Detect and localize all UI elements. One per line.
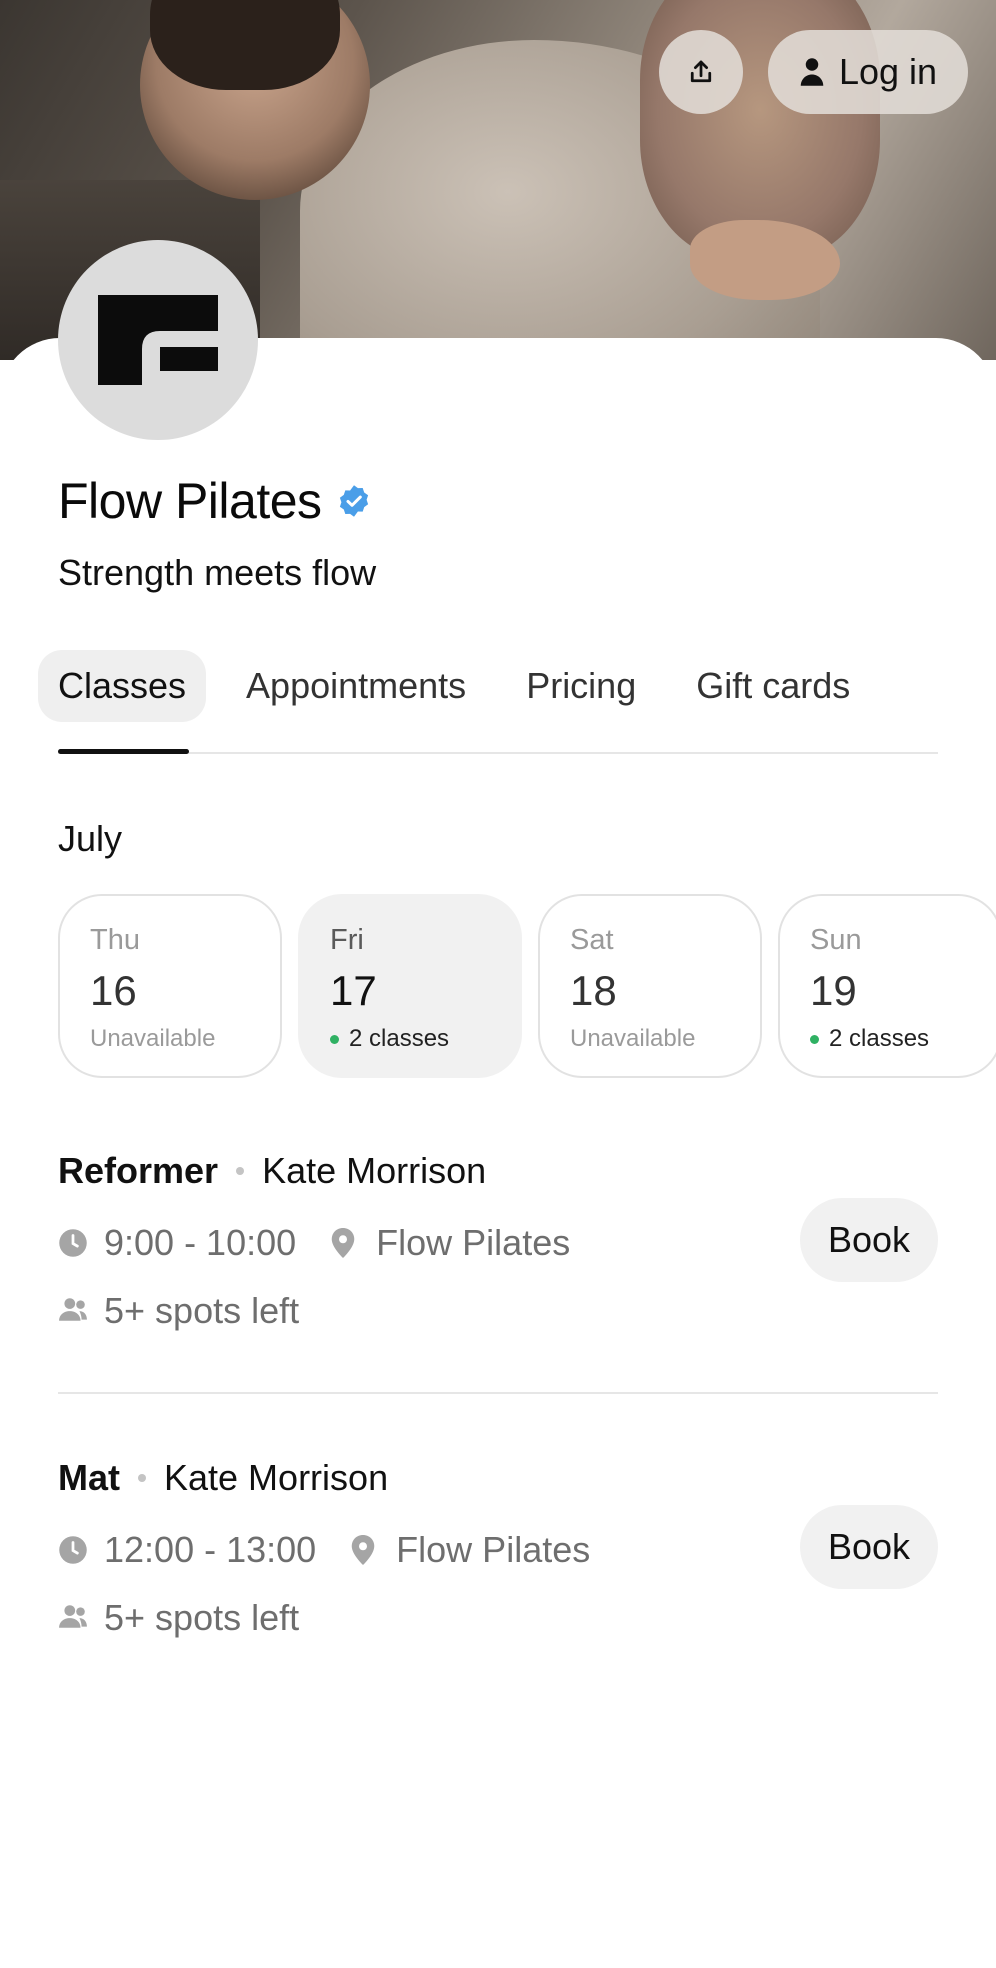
people-icon xyxy=(58,1603,88,1633)
class-spots: 5+ spots left xyxy=(104,1597,300,1638)
clock-icon xyxy=(58,1535,88,1565)
class-header: Mat Kate Morrison xyxy=(58,1457,938,1499)
active-tab-indicator xyxy=(58,749,189,754)
book-button[interactable]: Book xyxy=(800,1198,938,1282)
class-instructor: Kate Morrison xyxy=(262,1150,487,1191)
class-item: Reformer Kate Morrison 9:00 - 10:00 Flow… xyxy=(58,1150,938,1332)
day-date: 16 xyxy=(90,967,137,1014)
day-weekday: Thu xyxy=(90,924,140,956)
class-item: Mat Kate Morrison 12:00 - 13:00 Flow Pil… xyxy=(58,1457,938,1639)
clock-icon xyxy=(58,1228,88,1258)
login-label: Log in xyxy=(838,51,938,92)
day-card-sun[interactable]: Sun 19 2 classes xyxy=(778,894,996,1078)
class-capacity: 5+ spots left xyxy=(58,1597,938,1639)
login-button[interactable]: Log in xyxy=(768,30,968,114)
location-pin-icon xyxy=(330,1228,360,1258)
day-card-sat[interactable]: Sat 18 Unavailable xyxy=(538,894,762,1078)
availability-dot-icon xyxy=(810,1034,819,1044)
day-weekday: Sat xyxy=(570,924,614,956)
people-icon xyxy=(58,1296,88,1326)
day-status-label: Unavailable xyxy=(90,1025,216,1052)
month-label: July xyxy=(58,818,123,859)
tab-classes[interactable]: Classes xyxy=(38,650,207,722)
day-date: 19 xyxy=(810,967,857,1014)
class-spots: 5+ spots left xyxy=(104,1290,300,1331)
share-button[interactable] xyxy=(659,30,743,114)
day-date: 18 xyxy=(570,967,617,1014)
class-instructor: Kate Morrison xyxy=(164,1457,389,1498)
day-weekday: Fri xyxy=(330,924,364,956)
tab-gift-cards[interactable]: Gift cards xyxy=(676,650,870,722)
tab-pricing[interactable]: Pricing xyxy=(506,650,656,722)
business-name: Flow Pilates xyxy=(58,473,322,529)
tab-bar: Classes Appointments Pricing Gift cards xyxy=(38,650,890,722)
day-status: Unavailable xyxy=(90,1025,280,1053)
availability-dot-icon xyxy=(330,1034,339,1044)
class-divider xyxy=(58,1392,938,1394)
tabs-divider xyxy=(58,752,938,754)
class-time: 9:00 - 10:00 xyxy=(104,1222,297,1263)
day-date: 17 xyxy=(330,967,377,1014)
day-status: 2 classes xyxy=(810,1025,996,1053)
book-button[interactable]: Book xyxy=(800,1505,938,1589)
tab-appointments[interactable]: Appointments xyxy=(226,650,486,722)
class-time: 12:00 - 13:00 xyxy=(104,1529,317,1570)
date-strip: Thu 16 Unavailable Fri 17 2 classes Sat … xyxy=(58,894,996,1078)
class-location: Flow Pilates xyxy=(396,1529,591,1570)
logo-mark xyxy=(98,295,218,385)
business-name-row: Flow Pilates xyxy=(58,472,372,530)
separator-dot xyxy=(236,1167,245,1175)
person-icon xyxy=(799,57,825,87)
day-weekday: Sun xyxy=(810,924,862,956)
day-card-thu[interactable]: Thu 16 Unavailable xyxy=(58,894,282,1078)
location-pin-icon xyxy=(350,1535,380,1565)
day-status-label: 2 classes xyxy=(829,1025,930,1052)
class-type: Mat xyxy=(58,1457,120,1498)
day-card-fri[interactable]: Fri 17 2 classes xyxy=(298,894,522,1078)
day-status: 2 classes xyxy=(330,1025,520,1053)
class-location: Flow Pilates xyxy=(376,1222,571,1263)
class-type: Reformer xyxy=(58,1150,219,1191)
day-status-label: 2 classes xyxy=(349,1025,450,1052)
class-capacity: 5+ spots left xyxy=(58,1290,938,1332)
class-header: Reformer Kate Morrison xyxy=(58,1150,938,1192)
business-logo xyxy=(58,240,258,440)
business-tagline: Strength meets flow xyxy=(58,552,377,593)
separator-dot xyxy=(138,1474,146,1482)
day-status: Unavailable xyxy=(570,1025,760,1053)
hero-figure-shape xyxy=(150,0,340,90)
day-status-label: Unavailable xyxy=(570,1025,696,1052)
share-upload-icon xyxy=(686,57,716,87)
verified-badge-icon xyxy=(336,483,372,519)
